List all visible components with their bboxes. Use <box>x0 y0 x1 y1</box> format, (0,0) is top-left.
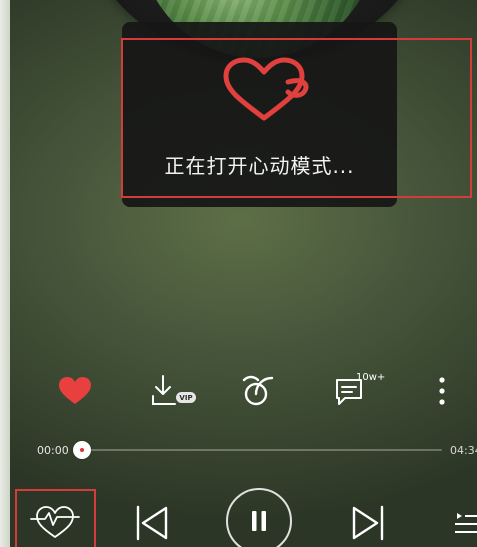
comment-count: 10w+ <box>356 372 386 383</box>
annotation-highlight-heartbeat <box>15 489 96 547</box>
next-track-icon <box>352 505 384 541</box>
playlist-icon <box>455 513 477 533</box>
like-button[interactable] <box>56 372 94 410</box>
heart-icon <box>59 377 91 404</box>
previous-track-button[interactable] <box>135 503 169 543</box>
more-vertical-icon <box>439 377 445 405</box>
sound-effect-button[interactable] <box>238 370 278 410</box>
total-time: 04:34 <box>450 444 477 457</box>
left-edge <box>0 0 10 547</box>
sound-effect-icon <box>242 375 274 406</box>
download-icon <box>152 375 176 405</box>
playlist-button[interactable] <box>452 505 477 541</box>
current-time: 00:00 <box>37 444 69 457</box>
comment-button[interactable]: 10w+ <box>333 372 387 410</box>
next-track-button[interactable] <box>351 503 385 543</box>
play-pause-button[interactable] <box>226 488 292 547</box>
annotation-highlight-toast <box>121 38 472 198</box>
vip-badge: VIP <box>176 392 196 403</box>
progress-thumb[interactable] <box>73 441 91 459</box>
download-button[interactable]: VIP <box>149 372 199 410</box>
player-screen: 正在打开心动模式... VIP 10w+ 00:00 04:3 <box>0 0 477 547</box>
previous-track-icon <box>136 505 168 541</box>
progress-track[interactable] <box>80 449 442 451</box>
more-button[interactable] <box>432 372 452 410</box>
pause-icon <box>252 511 266 531</box>
